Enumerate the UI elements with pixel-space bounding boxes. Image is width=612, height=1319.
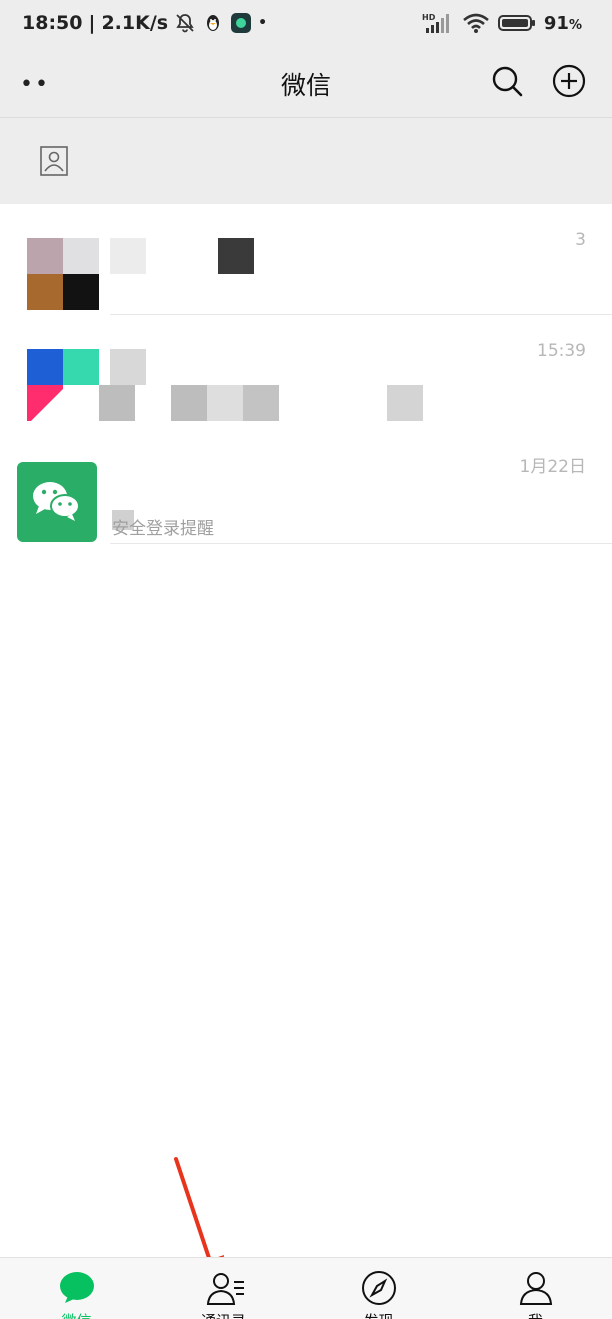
chat-time: 15:39 [537,341,586,361]
compass-icon [361,1270,397,1306]
hd-signal-icon: HD [422,12,454,34]
chat-name-redacted [110,238,254,274]
tab-label: 我 [459,1310,612,1319]
status-time: 18:50 [22,12,83,34]
chat-name-redacted [110,462,146,498]
chat-item[interactable]: 1月22日 安全登录提醒 [0,426,612,544]
tab-label: 发现 [302,1310,455,1319]
group-avatar [27,238,99,310]
qq-penguin-icon [202,12,224,34]
chat-bubble-icon [59,1270,95,1306]
svg-text:HD: HD [422,13,436,22]
app-notification-icon [230,12,252,34]
wechat-logo-icon [33,482,80,521]
chat-preview-redacted [99,385,423,421]
person-icon [518,1270,554,1306]
tab-me[interactable]: 我 [459,1258,612,1319]
muted-bell-icon [174,12,196,34]
chat-time: 1月22日 [519,457,586,477]
tab-chats[interactable]: 微信 [0,1258,153,1319]
tab-label: 微信 [0,1310,153,1319]
chat-list: 3 15:39 1月22日 安全登录提醒 [0,204,612,544]
chat-item[interactable]: 3 [0,204,612,315]
search-icon[interactable] [490,64,524,98]
chat-time: 3 [575,230,586,250]
battery-level: 91% [543,12,582,34]
battery-icon [497,13,536,33]
bottom-tab-bar: 微信 通讯录 发现 我 [0,1257,612,1319]
status-left: 18:50 | 2.1K/s • [22,12,267,34]
pc-login-strip[interactable] [0,118,612,204]
more-notifications-dot: • [258,15,268,31]
wechat-team-avatar [17,462,97,542]
status-bar: 18:50 | 2.1K/s • HD 91% [0,0,612,52]
chat-item[interactable]: 15:39 [0,315,612,426]
chat-preview: 安全登录提醒 [112,519,214,539]
chat-name-redacted [110,349,146,385]
divider [110,543,612,544]
app-header: •• 微信 [0,52,612,118]
add-circle-icon[interactable] [552,64,586,98]
tab-label: 通讯录 [147,1310,300,1319]
contact-card-icon[interactable] [40,146,68,176]
network-speed: 2.1K/s [101,12,169,34]
tab-contacts[interactable]: 通讯录 [147,1258,300,1319]
status-separator: | [88,12,96,34]
tab-discover[interactable]: 发现 [302,1258,455,1319]
contacts-icon [206,1270,244,1306]
wifi-icon [462,12,490,34]
group-avatar [27,349,99,421]
status-right: HD 91% [422,12,582,34]
